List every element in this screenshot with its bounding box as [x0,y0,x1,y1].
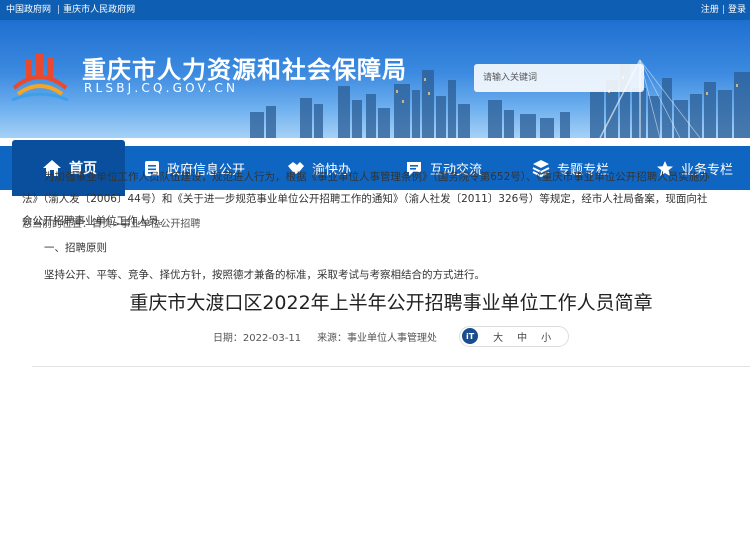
font-size-switcher: iT 大 中 小 [459,325,570,347]
font-size-icon: iT [462,328,479,344]
article-meta: 日期：2022-03-11 来源：事业单位人事管理处 iT 大 中 小 [32,325,750,347]
section-heading: 一、招聘原则 [44,242,107,254]
bureau-logo [11,54,69,102]
article-date: 日期：2022-03-11 [212,332,302,344]
login-link[interactable]: 登录 [728,5,746,15]
article-paragraph: 坚持公开、平等、竞争、择优方针，按照德才兼备的标准，采取考试与考察相结合的方式进… [44,269,485,281]
account-links: 注册 | 登录 [701,0,746,20]
article-body: 为加强事业单位工作人员队伍建设，规范进人行为，根据《事业单位人事管理条例》（国务… [22,166,712,286]
divider [32,366,750,367]
site-title: 重庆市人力资源和社会保障局 [82,56,407,84]
top-utility-bar: 中国政府网 | 重庆市人民政府网 注册 | 登录 [0,0,750,20]
search-box[interactable] [474,64,644,92]
link-gov-cn[interactable]: 中国政府网 [6,5,51,15]
font-size-large[interactable]: 大 [493,329,503,344]
font-size-medium[interactable]: 中 [517,329,527,344]
search-input[interactable] [474,64,624,92]
register-link[interactable]: 注册 [701,5,719,15]
article-source: 来源：事业单位人事管理处 [317,332,438,344]
site-domain: RLSBJ.CQ.GOV.CN [84,81,239,95]
top-links: 中国政府网 | 重庆市人民政府网 [6,0,138,20]
separator: | [721,5,725,15]
article-container: 重庆市大渡口区2022年上半年公开招聘事业单位工作人员简章 日期：2022-03… [32,252,750,534]
article-paragraph: 为加强事业单位工作人员队伍建设，规范进人行为，根据《事业单位人事管理条例》（国务… [22,171,710,227]
article-title: 重庆市大渡口区2022年上半年公开招聘事业单位工作人员简章 [129,292,653,314]
header-banner: 重庆市人力资源和社会保障局 RLSBJ.CQ.GOV.CN [0,20,750,138]
font-size-small[interactable]: 小 [541,329,551,344]
link-cq-gov[interactable]: 重庆市人民政府网 [63,5,135,15]
separator: | [57,5,61,15]
